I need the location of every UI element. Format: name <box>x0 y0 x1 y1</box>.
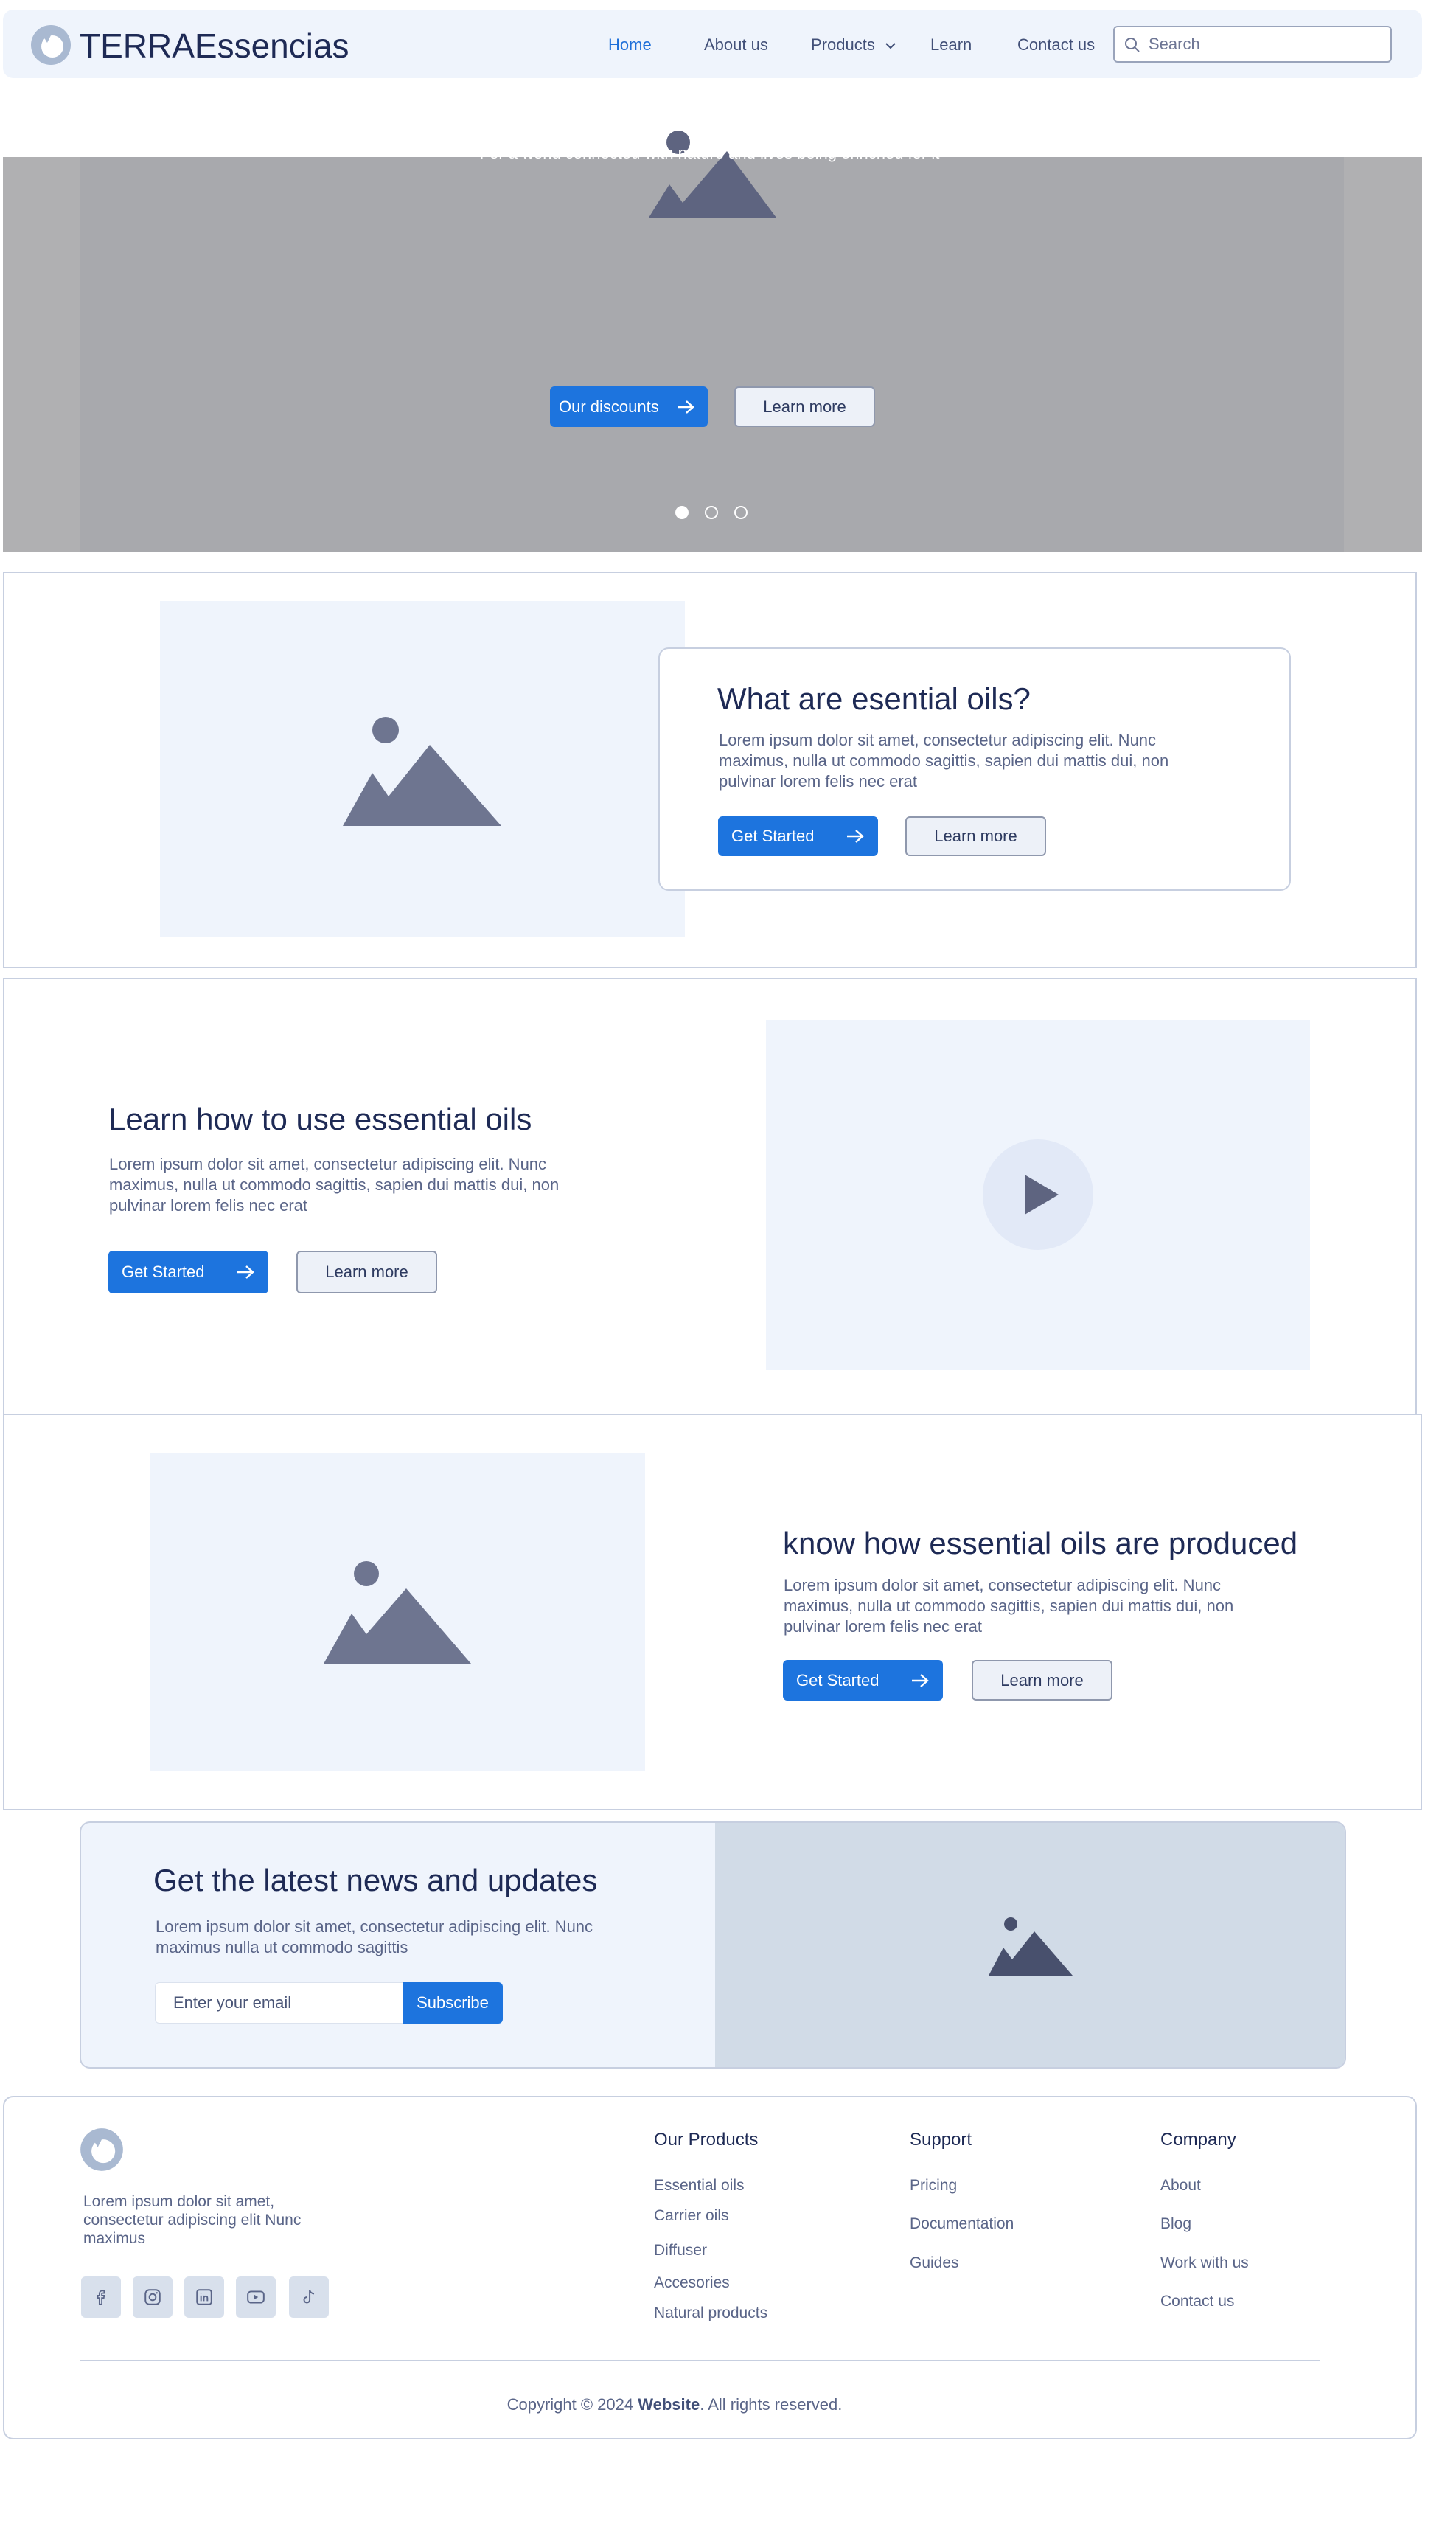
hero-learn-more-button[interactable]: Learn more <box>734 386 875 427</box>
brand-logo-icon[interactable] <box>29 24 72 66</box>
tiktok-icon[interactable] <box>289 2276 329 2318</box>
get-started-button[interactable]: Get Started <box>718 816 878 856</box>
get-started-label: Get Started <box>731 827 815 845</box>
linkedin-icon-glyph <box>196 2289 212 2305</box>
arrow-right-icon <box>847 830 864 843</box>
section-title: Learn how to use essential oils <box>108 1102 532 1136</box>
search-input[interactable] <box>1149 32 1383 56</box>
image-placeholder-icon <box>989 1917 1073 1976</box>
section-title: know how essential oils are produced <box>783 1526 1298 1560</box>
arrow-right-icon <box>237 1265 254 1279</box>
learn-more-button[interactable]: Learn more <box>905 816 1046 856</box>
newsletter-image <box>715 1823 1345 2067</box>
section-text: Lorem ipsum dolor sit amet, consectetur … <box>719 731 1169 791</box>
section-text: Lorem ipsum dolor sit amet, consectetur … <box>109 1155 560 1215</box>
nav-link-learn[interactable]: Learn <box>930 35 972 55</box>
copyright: Copyright © 2024 Website. All rights res… <box>0 2394 1349 2415</box>
get-started-button[interactable]: Get Started <box>783 1660 943 1701</box>
copyright-prefix: Copyright © 2024 <box>506 2395 638 2414</box>
play-icon[interactable] <box>983 1139 1093 1250</box>
section-text: Lorem ipsum dolor sit amet, consectetur … <box>784 1576 1234 1636</box>
video-placeholder[interactable] <box>766 1020 1310 1370</box>
section-title: What are esential oils? <box>717 681 1031 716</box>
footer-link-essential-oils[interactable]: Essential oils <box>654 2176 745 2195</box>
footer-link-natural-products[interactable]: Natural products <box>654 2304 767 2323</box>
learn-more-button[interactable]: Learn more <box>972 1660 1112 1701</box>
copyright-site[interactable]: Website <box>638 2395 700 2414</box>
image-placeholder <box>150 1453 645 1771</box>
email-field[interactable] <box>155 1982 404 2024</box>
arrow-right-icon <box>678 400 694 414</box>
instagram-icon-glyph <box>144 2289 161 2305</box>
carousel-dot-2[interactable] <box>705 506 718 519</box>
footer-description: Lorem ipsum dolor sit amet, consectetur … <box>83 2193 302 2247</box>
footer-link-accesories[interactable]: Accesories <box>654 2274 730 2293</box>
footer-link-pricing[interactable]: Pricing <box>910 2176 957 2195</box>
get-started-label: Get Started <box>796 1670 879 1689</box>
facebook-icon[interactable] <box>81 2276 121 2318</box>
search-box[interactable] <box>1113 26 1392 63</box>
footer-link-guides[interactable]: Guides <box>910 2254 959 2273</box>
get-started-label: Get Started <box>122 1262 205 1281</box>
nav-link-contact[interactable]: Contact us <box>1017 35 1095 55</box>
brand-name[interactable]: TERRAEssencias <box>80 26 349 66</box>
linkedin-icon[interactable] <box>184 2276 224 2318</box>
image-placeholder <box>160 601 685 937</box>
nav-link-products[interactable]: Products <box>811 35 875 55</box>
our-discounts-button[interactable]: Our discounts <box>550 386 708 427</box>
footer-logo-icon[interactable] <box>79 2127 125 2173</box>
footer-link-contact-us[interactable]: Contact us <box>1160 2292 1234 2311</box>
chevron-down-icon[interactable] <box>885 41 896 50</box>
get-started-button[interactable]: Get Started <box>108 1251 268 1293</box>
subscribe-button[interactable]: Subscribe <box>403 1982 503 2024</box>
instagram-icon[interactable] <box>133 2276 173 2318</box>
footer-link-carrier-oils[interactable]: Carrier oils <box>654 2206 729 2226</box>
tiktok-icon-glyph <box>303 2290 315 2304</box>
newsletter-title: Get the latest news and updates <box>153 1863 598 1897</box>
image-placeholder-icon <box>324 1561 471 1664</box>
learn-more-button[interactable]: Learn more <box>296 1251 437 1293</box>
arrow-right-icon <box>912 1674 929 1687</box>
footer-heading-products: Our Products <box>654 2130 759 2150</box>
footer-link-work-with-us[interactable]: Work with us <box>1160 2254 1249 2273</box>
hero-title: Enjoy the power of nature <box>533 91 886 125</box>
footer-heading-support: Support <box>910 2130 972 2150</box>
footer-link-about[interactable]: About <box>1160 2176 1201 2195</box>
youtube-icon[interactable] <box>236 2276 276 2318</box>
newsletter-text: Lorem ipsum dolor sit amet, consectetur … <box>156 1917 593 1956</box>
carousel-dot-1[interactable] <box>675 506 689 519</box>
our-discounts-label: Our discounts <box>559 397 659 416</box>
carousel-dot-3[interactable] <box>734 506 748 519</box>
footer-heading-company: Company <box>1160 2130 1236 2150</box>
footer-link-diffuser[interactable]: Diffuser <box>654 2241 707 2260</box>
facebook-icon-glyph <box>97 2290 105 2305</box>
image-placeholder-icon <box>343 717 501 826</box>
hero-subtitle: For a world connected with nature and li… <box>479 144 940 162</box>
copyright-suffix: . All rights reserved. <box>700 2395 843 2414</box>
nav-link-about[interactable]: About us <box>704 35 768 55</box>
youtube-icon-glyph <box>247 2290 265 2304</box>
nav-link-home[interactable]: Home <box>608 35 652 55</box>
footer-link-blog[interactable]: Blog <box>1160 2215 1191 2234</box>
search-icon <box>1125 38 1140 52</box>
footer-link-documentation[interactable]: Documentation <box>910 2215 1014 2234</box>
footer-divider <box>80 2360 1320 2361</box>
